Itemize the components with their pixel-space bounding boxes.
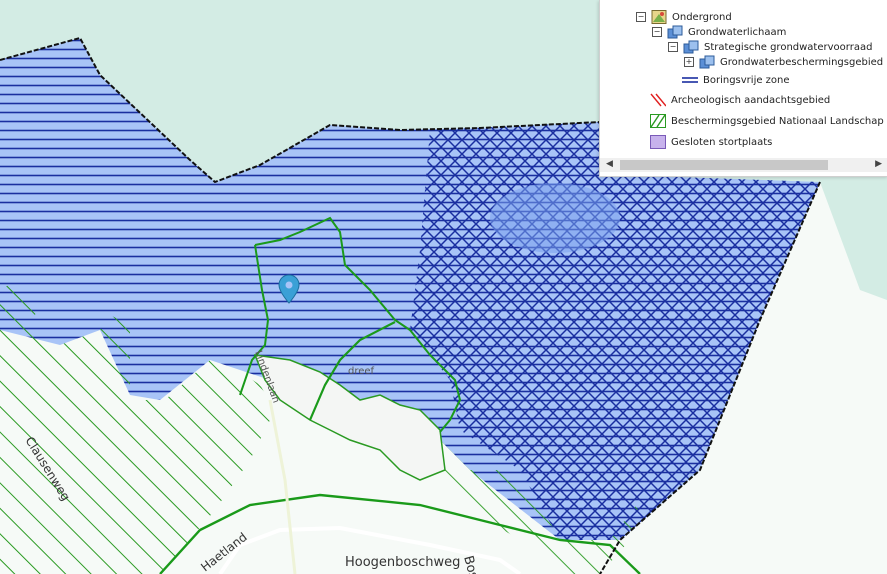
collapse-toggle[interactable]: − <box>668 42 678 52</box>
legend-item-grondwaterlichaam[interactable]: − Grondwaterlichaam <box>652 24 786 40</box>
legend-label: Gesloten stortplaats <box>671 136 773 148</box>
legend-item-ondergrond[interactable]: − Ondergrond <box>636 9 732 25</box>
legend-label: Archeologisch aandachtsgebied <box>671 94 831 106</box>
legend-label: Boringsvrije zone <box>703 74 790 86</box>
legend-label: Ondergrond <box>672 11 732 23</box>
scroll-left-icon[interactable]: ◀ <box>606 159 613 169</box>
scroll-right-icon[interactable]: ▶ <box>875 159 882 169</box>
legend-item-gesloten-stortplaats: Gesloten stortplaats <box>650 134 772 150</box>
legend-item-boringsvrije-zone: Boringsvrije zone <box>682 72 790 88</box>
street-label-hoogenboschweg: Hoogenboschweg <box>345 555 460 570</box>
green-hatch-symbol-icon <box>650 114 666 128</box>
legend-label: Beschermingsgebied Nationaal Landschap Z… <box>671 115 887 127</box>
collapse-toggle[interactable]: − <box>652 27 662 37</box>
red-hatch-symbol-icon <box>650 93 666 107</box>
purple-fill-symbol-icon <box>650 135 666 149</box>
legend-item-grondwaterbeschermingsgebied[interactable]: + Grondwaterbeschermingsgebied <box>684 54 883 70</box>
legend-item-archeologisch: Archeologisch aandachtsgebied <box>650 92 830 108</box>
sublayer-icon <box>699 55 715 69</box>
legend-label: Strategische grondwatervoorraad <box>704 41 873 53</box>
legend-item-nationaal-landschap: Beschermingsgebied Nationaal Landschap Z… <box>650 113 887 129</box>
blue-line-symbol-icon <box>682 77 698 83</box>
legend-panel[interactable]: − Ondergrond − Grondwaterlichaam − Strat… <box>599 0 887 177</box>
collapse-toggle[interactable]: − <box>636 12 646 22</box>
legend-horizontal-scrollbar[interactable]: ◀ ▶ <box>600 158 887 172</box>
legend-item-strategische-grondwatervoorraad[interactable]: − Strategische grondwatervoorraad <box>668 39 872 55</box>
lake-shape <box>490 183 620 253</box>
scrollbar-thumb[interactable] <box>620 160 828 170</box>
location-pin-icon[interactable] <box>278 274 300 304</box>
legend-label: Grondwaterbeschermingsgebied <box>720 56 884 68</box>
layer-group-icon <box>651 10 667 24</box>
expand-toggle[interactable]: + <box>684 57 694 67</box>
sublayer-icon <box>667 25 683 39</box>
street-label-dreef: dreef <box>348 366 375 377</box>
legend-label: Grondwaterlichaam <box>688 26 787 38</box>
sublayer-icon <box>683 40 699 54</box>
